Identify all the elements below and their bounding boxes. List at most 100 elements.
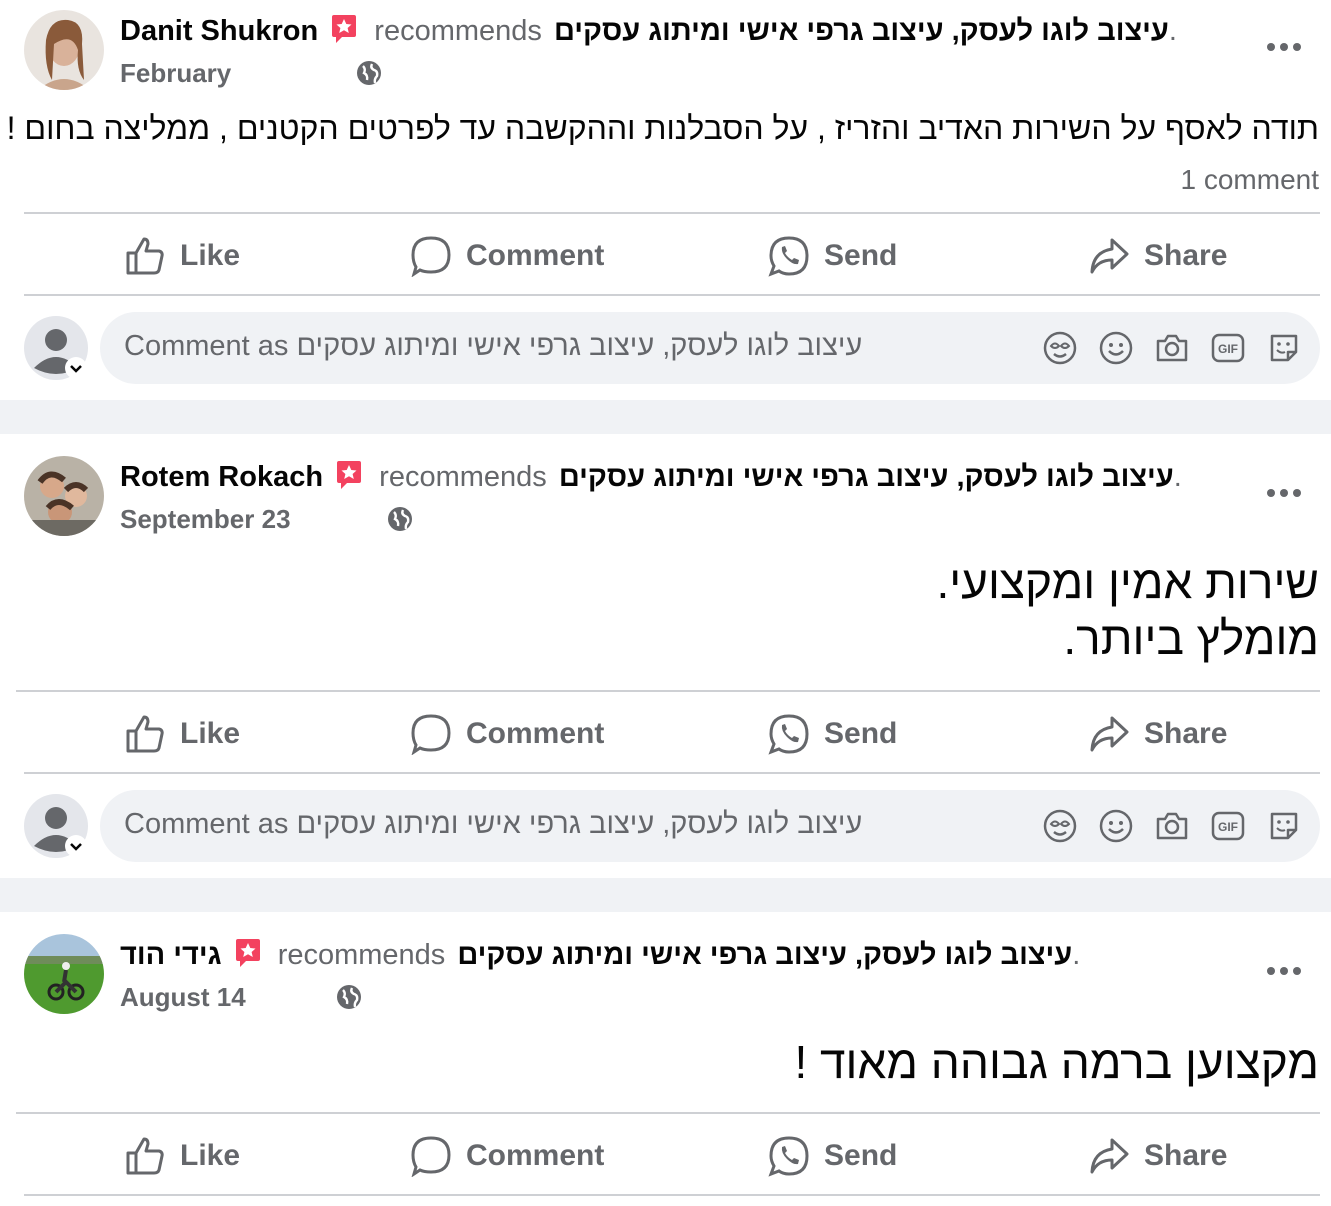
comments-count-link[interactable]: 1 comment (1181, 164, 1320, 196)
avatar-icon[interactable] (24, 794, 88, 858)
page-name-link[interactable]: עיצוב לוגו לעסק, עיצוב גרפי אישי ומיתוג … (559, 461, 1174, 493)
comment-input[interactable]: Comment as עיצוב לוגו לעסק, עיצוב גרפי א… (100, 790, 1320, 862)
send-icon (768, 1136, 809, 1177)
divider (24, 212, 1320, 214)
share-icon (1090, 238, 1129, 274)
author-name[interactable]: Rotem Rokach (120, 461, 323, 493)
divider (16, 690, 1320, 692)
share-button[interactable]: Share (1088, 1116, 1227, 1196)
post-card: גידי הוד recommends עיצוב לוגו לעסק, עיצ… (0, 912, 1331, 1206)
recommend-badge-icon (335, 460, 363, 490)
divider (24, 772, 1320, 774)
more-options-icon[interactable] (1266, 486, 1302, 498)
comment-button[interactable]: Comment (410, 1116, 604, 1196)
comment-button[interactable]: Comment (410, 216, 604, 296)
emoji-icon[interactable] (1098, 808, 1134, 844)
more-options-icon[interactable] (1266, 964, 1302, 976)
avatar-emoji-icon[interactable] (1042, 330, 1078, 366)
comment-icon (411, 236, 451, 277)
share-label: Share (1144, 1139, 1228, 1172)
post-date[interactable]: August 14 (120, 982, 246, 1013)
comment-placeholder: Comment as עיצוב לוגו לעסק, עיצוב גרפי א… (124, 808, 863, 840)
post-card: Rotem Rokach recommends עיצוב לוגו לעסק,… (0, 434, 1331, 878)
comment-composer: Comment as עיצוב לוגו לעסק, עיצוב גרפי א… (0, 312, 1331, 388)
like-label: Like (180, 1139, 241, 1172)
gif-icon[interactable]: GIF (1210, 330, 1246, 366)
sticker-icon[interactable] (1266, 808, 1302, 844)
share-button[interactable]: Share (1088, 694, 1227, 774)
action-bar: Like Comment Send Share (0, 216, 1331, 296)
divider (16, 1112, 1320, 1114)
send-icon (768, 714, 809, 755)
comment-label: Comment (466, 1139, 605, 1172)
share-icon (1090, 716, 1129, 752)
like-icon (126, 715, 164, 753)
share-button[interactable]: Share (1088, 216, 1227, 296)
share-icon (1090, 1138, 1129, 1174)
share-label: Share (1144, 717, 1228, 750)
send-label: Send (824, 717, 898, 750)
page-name-suffix: . (1173, 461, 1182, 493)
recommend-badge-icon (330, 14, 358, 44)
post-header-line: Rotem Rokach recommends עיצוב לוגו לעסק,… (120, 460, 1182, 494)
comment-icon (411, 1136, 451, 1177)
send-button[interactable]: Send (768, 694, 897, 774)
post-date[interactable]: September 23 (120, 504, 291, 535)
divider (24, 1194, 1320, 1196)
page-name-suffix: . (1072, 939, 1081, 971)
share-label: Share (1144, 239, 1228, 272)
like-label: Like (180, 717, 241, 750)
gif-icon[interactable]: GIF (1210, 808, 1246, 844)
author-name[interactable]: גידי הוד (120, 939, 222, 971)
post-date[interactable]: February (120, 58, 231, 89)
author-avatar[interactable] (24, 934, 104, 1014)
avatar-icon[interactable] (24, 316, 88, 380)
send-button[interactable]: Send (768, 216, 897, 296)
like-button[interactable]: Like (124, 1116, 240, 1196)
author-name[interactable]: Danit Shukron (120, 15, 318, 47)
avatar-emoji-icon[interactable] (1042, 808, 1078, 844)
emoji-icon[interactable] (1098, 330, 1134, 366)
camera-icon[interactable] (1154, 808, 1190, 844)
globe-icon[interactable] (336, 984, 362, 1010)
page-name-link[interactable]: עיצוב לוגו לעסק, עיצוב גרפי אישי ומיתוג … (554, 15, 1169, 47)
post-text-line-2: מומלץ ביותר. (1063, 612, 1319, 664)
comment-placeholder: Comment as עיצוב לוגו לעסק, עיצוב גרפי א… (124, 330, 863, 362)
comment-label: Comment (466, 717, 605, 750)
svg-text:GIF: GIF (1218, 342, 1238, 356)
like-icon (126, 237, 164, 275)
action-bar: Like Comment Send Share (0, 694, 1331, 774)
post-header-line: גידי הוד recommends עיצוב לוגו לעסק, עיצ… (120, 938, 1080, 972)
more-options-icon[interactable] (1266, 40, 1302, 52)
globe-icon[interactable] (356, 60, 382, 86)
comment-button[interactable]: Comment (410, 694, 604, 774)
recommend-badge-icon (234, 938, 262, 968)
send-icon (768, 236, 809, 277)
like-button[interactable]: Like (124, 216, 240, 296)
comment-label: Comment (466, 239, 605, 272)
send-label: Send (824, 1139, 898, 1172)
post-card: Danit Shukron recommends עיצוב לוגו לעסק… (0, 0, 1331, 400)
recommends-label: recommends (374, 15, 542, 47)
recommends-label: recommends (277, 939, 446, 971)
svg-text:GIF: GIF (1218, 820, 1238, 834)
post-header-line: Danit Shukron recommends עיצוב לוגו לעסק… (120, 14, 1177, 48)
globe-icon[interactable] (387, 506, 413, 532)
like-button[interactable]: Like (124, 694, 240, 774)
post-text: תודה לאסף על השירות האדיב והזריז , על הס… (6, 110, 1319, 146)
author-avatar[interactable] (24, 456, 104, 536)
page-name-link[interactable]: עיצוב לוגו לעסק, עיצוב גרפי אישי ומיתוג … (457, 939, 1072, 971)
divider (24, 294, 1320, 296)
like-icon (126, 1137, 164, 1175)
post-text-line-1: שירות אמין ומקצועי. (936, 556, 1319, 608)
recommends-label: recommends (379, 461, 547, 493)
action-bar: Like Comment Send Share (0, 1116, 1331, 1196)
send-button[interactable]: Send (768, 1116, 897, 1196)
camera-icon[interactable] (1154, 330, 1190, 366)
like-label: Like (180, 239, 241, 272)
author-avatar[interactable] (24, 10, 104, 90)
comment-input[interactable]: Comment as עיצוב לוגו לעסק, עיצוב גרפי א… (100, 312, 1320, 384)
sticker-icon[interactable] (1266, 330, 1302, 366)
send-label: Send (824, 239, 898, 272)
page-name-suffix: . (1168, 15, 1177, 47)
